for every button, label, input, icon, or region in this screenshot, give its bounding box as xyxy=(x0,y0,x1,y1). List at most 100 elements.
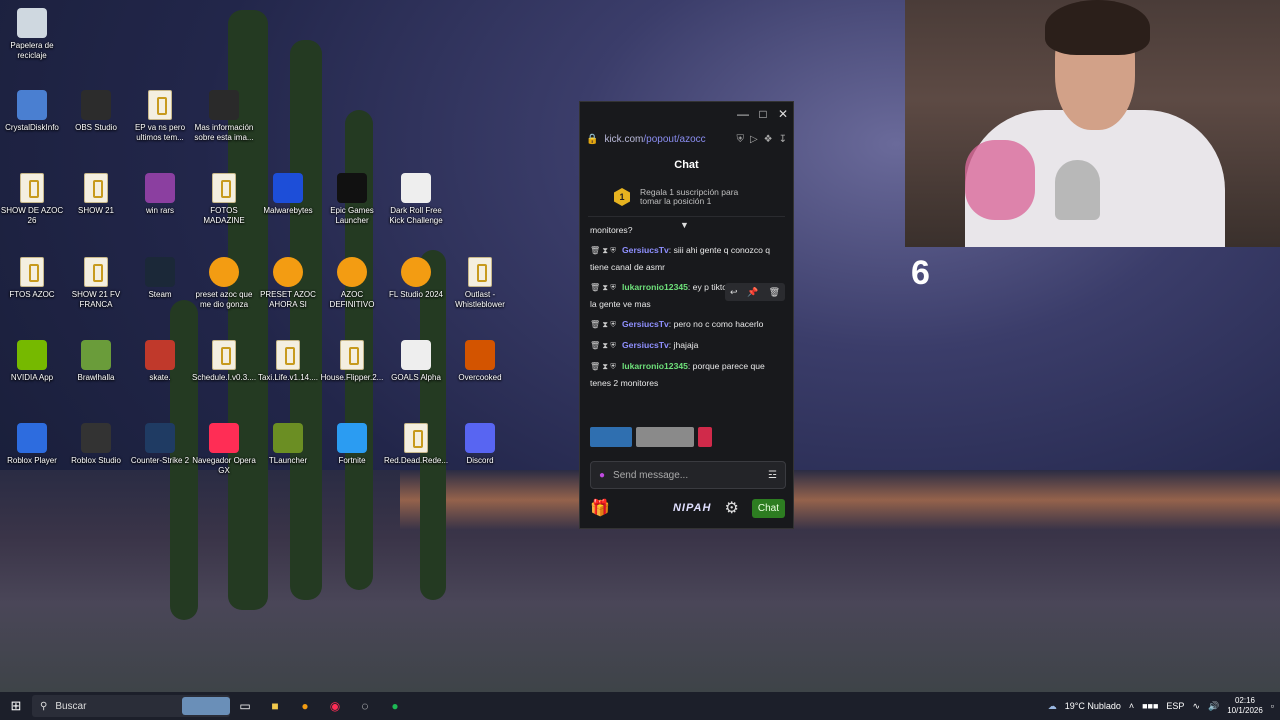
weather-text[interactable]: 19°C Nublado xyxy=(1065,701,1121,711)
chat-send-button[interactable]: Chat xyxy=(751,498,785,518)
pin-icon[interactable]: 📌 xyxy=(747,287,758,298)
language-indicator[interactable]: ESP xyxy=(1166,701,1184,711)
task-view-icon[interactable]: ▭ xyxy=(230,695,260,717)
reply-icon[interactable]: ↩ xyxy=(730,287,738,298)
desktop-icon[interactable]: FOTOS MADAZINE xyxy=(192,173,256,226)
chat-username[interactable]: GersiucsTv xyxy=(622,340,669,350)
desktop-icon[interactable]: Taxi.Life.v1.14.... xyxy=(256,340,320,383)
desktop-icon[interactable]: win rars xyxy=(128,173,192,216)
download-icon[interactable]: ↧ xyxy=(779,134,787,145)
desktop-icon[interactable]: Counter-Strike 2 xyxy=(128,423,192,466)
spotify-taskbar-icon[interactable]: ● xyxy=(380,695,410,717)
delete-icon[interactable]: 🗑 xyxy=(769,287,780,298)
chat-message[interactable]: 🗑 ⧗ ⛨ GersiucsTv: siii ahi gente q conozc… xyxy=(590,242,783,275)
chat-heading: Chat xyxy=(674,159,699,171)
taskbar-search[interactable]: ⚲ Buscar xyxy=(32,695,230,717)
maximize-icon[interactable]: □ xyxy=(753,107,773,121)
chat-username[interactable]: lukarronio12345 xyxy=(622,361,688,371)
settings-gear-icon[interactable]: ⚙ xyxy=(724,498,738,518)
desktop-icon[interactable]: Schedule.I.v0.3.... xyxy=(192,340,256,383)
chat-message[interactable]: 🗑 ⧗ ⛨ lukarronio12345: porque parece que … xyxy=(590,358,783,391)
desktop-icon[interactable]: NVIDIA App xyxy=(0,340,64,383)
desktop-icon[interactable]: CrystalDiskInfo xyxy=(0,90,64,133)
kick-chat-window[interactable]: — □ ✕ 🔒 kick.com/popout/azocc ⛨ ▷ ❖ ↧ Ch… xyxy=(579,101,794,529)
desktop-icon[interactable]: Roblox Studio xyxy=(64,423,128,466)
minimize-icon[interactable]: — xyxy=(733,107,753,121)
desktop-icon[interactable]: Red.Dead.Rede... xyxy=(384,423,448,466)
desktop-icon[interactable]: Outlast - Whistleblower xyxy=(448,257,512,310)
windows-start-icon[interactable]: ⊞ xyxy=(0,698,32,714)
notifications-icon[interactable]: ▫ xyxy=(1271,701,1274,711)
opera-gx-taskbar-icon[interactable]: ◉ xyxy=(320,695,350,717)
clock[interactable]: 02:16 10/1/2026 xyxy=(1227,696,1263,716)
mod-action-icons[interactable]: 🗑 ⧗ ⛨ xyxy=(590,362,616,371)
desktop-icon-label: Navegador Opera GX xyxy=(192,456,256,475)
desktop-icon[interactable]: preset azoc que me dio gonza xyxy=(192,257,256,310)
desktop-icon[interactable]: TLauncher xyxy=(256,423,320,466)
mod-action-icons[interactable]: 🗑 ⧗ ⛨ xyxy=(590,283,616,292)
desktop-icon[interactable]: SHOW 21 FV FRANCA xyxy=(64,257,128,310)
tray-chevron-up-icon[interactable]: ˄ xyxy=(1129,701,1134,711)
obs-taskbar-icon[interactable]: ◌ xyxy=(350,695,380,717)
chat-messages[interactable]: monitores? 🗑 ⧗ ⛨ GersiucsTv: siii ahi gent… xyxy=(580,222,793,418)
chat-message[interactable]: monitores? xyxy=(590,222,783,238)
emote-thumbnail[interactable] xyxy=(698,427,712,447)
desktop-icon[interactable]: skate. xyxy=(128,340,192,383)
desktop-icon[interactable]: Dark Roll Free Kick Challenge xyxy=(384,173,448,226)
emote-bar[interactable] xyxy=(590,427,712,447)
desktop-icon[interactable]: OBS Studio xyxy=(64,90,128,133)
desktop-icon[interactable]: Navegador Opera GX xyxy=(192,423,256,476)
gift-icon[interactable]: 🎁 xyxy=(590,498,610,518)
chat-message[interactable]: 🗑 ⧗ ⛨ GersiucsTv: jhajaja xyxy=(590,337,783,354)
desktop-icon[interactable]: Roblox Player xyxy=(0,423,64,466)
mod-action-icons[interactable]: 🗑 ⧗ ⛨ xyxy=(590,320,616,329)
chat-input[interactable]: ● Send message... ☲ xyxy=(590,461,786,489)
url-text[interactable]: kick.com/popout/azocc xyxy=(604,134,730,145)
chat-username[interactable]: GersiucsTv xyxy=(622,245,669,255)
desktop-icon[interactable]: Overcooked xyxy=(448,340,512,383)
file-explorer-icon[interactable]: ■ xyxy=(260,695,290,717)
extension-icon[interactable]: ❖ xyxy=(764,134,773,145)
file-icon xyxy=(468,257,492,287)
desktop-icon[interactable]: House.Flipper.2... xyxy=(320,340,384,383)
fl-studio-taskbar-icon[interactable]: ● xyxy=(290,695,320,717)
fl-studio-icon xyxy=(209,257,239,287)
translate-icon[interactable]: ☲ xyxy=(768,470,777,481)
desktop-icon[interactable]: Discord xyxy=(448,423,512,466)
message-tools[interactable]: ↩ 📌 🗑 xyxy=(725,283,785,301)
desktop-icon[interactable]: SHOW DE AZOC 26 xyxy=(0,173,64,226)
chat-input-placeholder[interactable]: Send message... xyxy=(613,470,768,481)
desktop-icon[interactable]: Malwarebytes xyxy=(256,173,320,216)
desktop-icon[interactable]: FTOS AZOC xyxy=(0,257,64,300)
desktop-icon[interactable]: SHOW 21 xyxy=(64,173,128,216)
microphone-icon[interactable]: ● xyxy=(599,470,605,481)
play-icon[interactable]: ▷ xyxy=(750,134,758,145)
wifi-icon[interactable]: ∿ xyxy=(1192,701,1200,712)
emote-thumbnail[interactable] xyxy=(590,427,632,447)
desktop-icon[interactable]: Mas información sobre esta ima... xyxy=(192,90,256,143)
desktop-icon[interactable]: FL Studio 2024 xyxy=(384,257,448,300)
close-icon[interactable]: ✕ xyxy=(773,107,793,121)
desktop-icon[interactable]: Steam xyxy=(128,257,192,300)
desktop-icon[interactable]: Epic Games Launcher xyxy=(320,173,384,226)
mod-action-icons[interactable]: 🗑 ⧗ ⛨ xyxy=(590,341,616,350)
desktop-icon[interactable]: Fortnite xyxy=(320,423,384,466)
window-titlebar: — □ ✕ xyxy=(580,102,793,126)
desktop-icon-label: Roblox Player xyxy=(7,456,57,465)
mod-action-icons[interactable]: 🗑 ⧗ ⛨ xyxy=(590,246,616,255)
desktop-icon[interactable]: AZOC DEFINITIVO xyxy=(320,257,384,310)
emote-thumbnail[interactable] xyxy=(636,427,694,447)
chat-username[interactable]: lukarronio12345 xyxy=(622,282,688,292)
tray-apps-icon[interactable]: ■■■ xyxy=(1142,701,1158,711)
sub-gift-banner[interactable]: 1 Regala 1 suscripción para tomar la pos… xyxy=(588,178,785,217)
desktop-icon[interactable]: Papelera de reciclaje xyxy=(0,8,64,61)
desktop-icon[interactable]: EP va ns pero ultimos tem... xyxy=(128,90,192,143)
chat-username[interactable]: GersiucsTv xyxy=(622,319,669,329)
address-bar[interactable]: 🔒 kick.com/popout/azocc ⛨ ▷ ❖ ↧ xyxy=(580,126,793,152)
desktop-icon[interactable]: GOALS Alpha xyxy=(384,340,448,383)
desktop-icon[interactable]: PRESET AZOC AHORA SI xyxy=(256,257,320,310)
desktop-icon[interactable]: Brawlhalla xyxy=(64,340,128,383)
shield-icon[interactable]: ⛨ xyxy=(736,134,744,145)
chat-message[interactable]: 🗑 ⧗ ⛨ GersiucsTv: pero no c como hacerlo xyxy=(590,316,783,333)
volume-icon[interactable]: 🔊 xyxy=(1208,701,1219,712)
